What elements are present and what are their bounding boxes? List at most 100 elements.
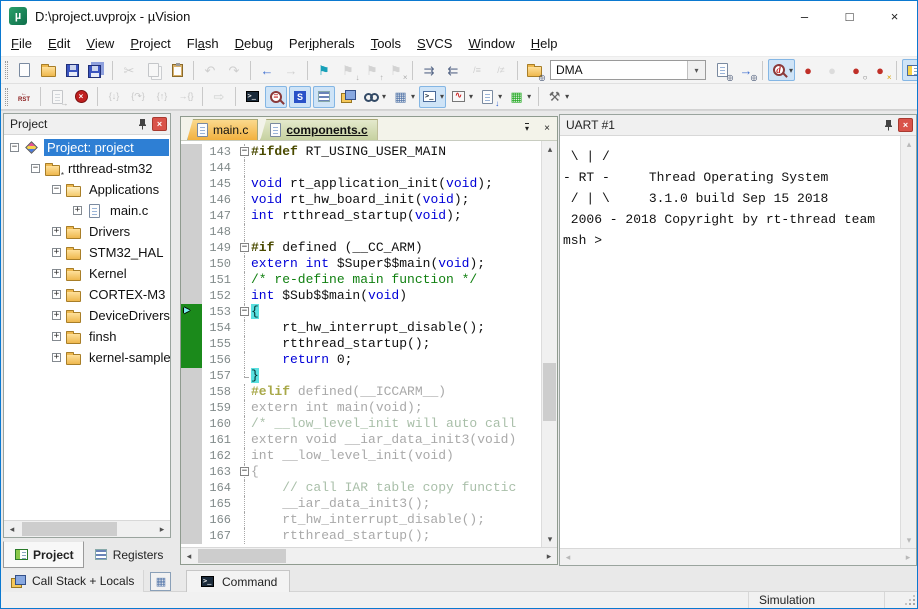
fold-collapse-icon[interactable]: − <box>240 147 249 156</box>
tree-item-applications[interactable]: −Applications <box>4 179 170 200</box>
scroll-track[interactable] <box>197 548 541 564</box>
menu-flash[interactable]: Flash <box>179 33 227 54</box>
menu-view[interactable]: View <box>78 33 122 54</box>
code-line-153[interactable]: ▶153−{ <box>181 304 541 320</box>
code-line-144[interactable]: 144 <box>181 160 541 176</box>
scroll-track[interactable] <box>20 521 154 537</box>
breakpoint-margin[interactable] <box>181 512 202 528</box>
uart-hscrollbar[interactable]: ◂ ▸ <box>560 548 916 565</box>
logic-analyzer-button[interactable]: ∿▾ <box>448 86 475 108</box>
tree-item-kernel-sample[interactable]: +kernel-sample <box>4 347 170 368</box>
breakpoint-margin[interactable] <box>181 416 202 432</box>
new-file-button[interactable] <box>13 59 35 81</box>
maximize-button[interactable]: □ <box>827 1 872 31</box>
breakpoint-margin[interactable] <box>181 272 202 288</box>
editor-tab-main-c[interactable]: main.c <box>187 119 258 140</box>
minus-expander-icon[interactable]: − <box>10 143 19 152</box>
tab-call-stack-locals[interactable]: Call Stack + Locals <box>1 570 144 592</box>
code-line-160[interactable]: 160/* __low_level_init will auto call <box>181 416 541 432</box>
scroll-track[interactable] <box>576 549 900 565</box>
scroll-down-button[interactable]: ▾ <box>901 532 916 548</box>
search-combobox[interactable]: DMA▾ <box>550 60 706 80</box>
system-viewer-button[interactable]: ↓▾ <box>477 86 504 108</box>
plus-expander-icon[interactable]: + <box>73 206 82 215</box>
paste-button[interactable] <box>166 59 188 81</box>
menu-svcs[interactable]: SVCS <box>409 33 460 54</box>
find-in-files-button[interactable]: ◎ <box>523 59 545 81</box>
scroll-right-button[interactable]: ▸ <box>154 521 170 537</box>
code-editor[interactable]: 143−#ifdef RT_USING_USER_MAIN144145void … <box>181 141 541 547</box>
project-panel-close-icon[interactable]: × <box>152 117 167 131</box>
menu-edit[interactable]: Edit <box>40 33 78 54</box>
editor-vscrollbar[interactable]: ▴ ▾ <box>541 141 557 547</box>
navigate-back-button[interactable]: ← <box>256 59 278 81</box>
disassembly-window-button[interactable]: ≡ <box>265 86 287 108</box>
breakpoint-margin[interactable] <box>181 464 202 480</box>
stop-debug-button[interactable]: × <box>70 86 92 108</box>
uart-terminal[interactable]: \ | /- RT - Thread Operating System / | … <box>560 136 900 548</box>
scroll-up-button[interactable]: ▴ <box>901 136 916 152</box>
breakpoint-margin[interactable] <box>181 160 202 176</box>
menu-peripherals[interactable]: Peripherals <box>281 33 363 54</box>
minimize-button[interactable]: – <box>782 1 827 31</box>
dropdown-arrow-icon[interactable]: ▾ <box>382 92 386 101</box>
code-line-161[interactable]: 161extern void __iar_data_init3(void) <box>181 432 541 448</box>
code-line-143[interactable]: 143−#ifdef RT_USING_USER_MAIN <box>181 144 541 160</box>
editor-tab-components-c[interactable]: components.c <box>260 119 377 140</box>
code-line-152[interactable]: 152int $Sub$$main(void) <box>181 288 541 304</box>
indent-button[interactable]: ⇉ <box>418 59 440 81</box>
dropdown-arrow-icon[interactable]: ▾ <box>440 92 444 101</box>
tree-item-main-c[interactable]: +main.c <box>4 200 170 221</box>
close-document-icon[interactable]: × <box>537 118 557 138</box>
code-line-145[interactable]: 145void rt_application_init(void); <box>181 176 541 192</box>
scroll-track[interactable] <box>901 152 916 532</box>
find-dialog-button[interactable]: ◎ <box>711 59 733 81</box>
plus-expander-icon[interactable]: + <box>52 332 61 341</box>
tree-item-kernel[interactable]: +Kernel <box>4 263 170 284</box>
project-hscrollbar[interactable]: ◂ ▸ <box>4 520 170 537</box>
breakpoint-margin[interactable] <box>181 144 202 160</box>
breakpoint-margin[interactable] <box>181 448 202 464</box>
scroll-right-button[interactable]: ▸ <box>900 549 916 565</box>
plus-expander-icon[interactable]: + <box>52 353 61 362</box>
registers-window-button[interactable] <box>313 86 335 108</box>
breakpoint-margin[interactable] <box>181 384 202 400</box>
breakpoint-margin[interactable] <box>181 432 202 448</box>
minus-expander-icon[interactable]: − <box>31 164 40 173</box>
scroll-thumb[interactable] <box>22 522 117 536</box>
dropdown-arrow-icon[interactable]: ▾ <box>565 92 569 101</box>
breakpoint-margin[interactable] <box>181 224 202 240</box>
plus-expander-icon[interactable]: + <box>52 227 61 236</box>
breakpoint-margin[interactable] <box>181 208 202 224</box>
breakpoint-margin[interactable] <box>181 176 202 192</box>
command-window-button[interactable]: >_ <box>241 86 263 108</box>
tree-item-project-project[interactable]: −Project: project <box>4 137 170 158</box>
toggle-bookmark-button[interactable]: ⚑ <box>313 59 335 81</box>
scroll-down-button[interactable]: ▾ <box>542 531 557 547</box>
search-combobox-value[interactable]: DMA <box>551 63 687 77</box>
save-all-button[interactable] <box>85 59 107 81</box>
scroll-left-button[interactable]: ◂ <box>4 521 20 537</box>
uart-vscrollbar[interactable]: ▴ ▾ <box>900 136 916 548</box>
scroll-track[interactable] <box>542 157 557 531</box>
scroll-left-button[interactable]: ◂ <box>181 548 197 564</box>
code-line-167[interactable]: 167 rtthread_startup(); <box>181 528 541 544</box>
menu-debug[interactable]: Debug <box>227 33 281 54</box>
tree-item-devicedrivers[interactable]: +DeviceDrivers <box>4 305 170 326</box>
code-line-149[interactable]: 149−#if defined (__CC_ARM) <box>181 240 541 256</box>
code-line-158[interactable]: 158#elif defined(__ICCARM__) <box>181 384 541 400</box>
plus-expander-icon[interactable]: + <box>52 290 61 299</box>
insert-breakpoint-button[interactable]: ● <box>797 59 819 81</box>
editor-hscrollbar[interactable]: ◂ ▸ <box>181 547 557 564</box>
uart-panel-close-icon[interactable]: × <box>898 118 913 132</box>
code-line-159[interactable]: 159extern int main(void); <box>181 400 541 416</box>
menu-tools[interactable]: Tools <box>363 33 409 54</box>
breakpoint-margin[interactable] <box>181 528 202 544</box>
execution-marker[interactable] <box>181 320 202 336</box>
disable-all-breakpoints-button[interactable]: ●○ <box>845 59 867 81</box>
combobox-dropdown-icon[interactable]: ▾ <box>687 61 705 79</box>
code-line-163[interactable]: 163−{ <box>181 464 541 480</box>
watch-window-button[interactable]: ▾ <box>361 86 388 108</box>
tree-item-stm32-hal[interactable]: +STM32_HAL <box>4 242 170 263</box>
toolbox-button[interactable]: ▦▾ <box>506 86 533 108</box>
